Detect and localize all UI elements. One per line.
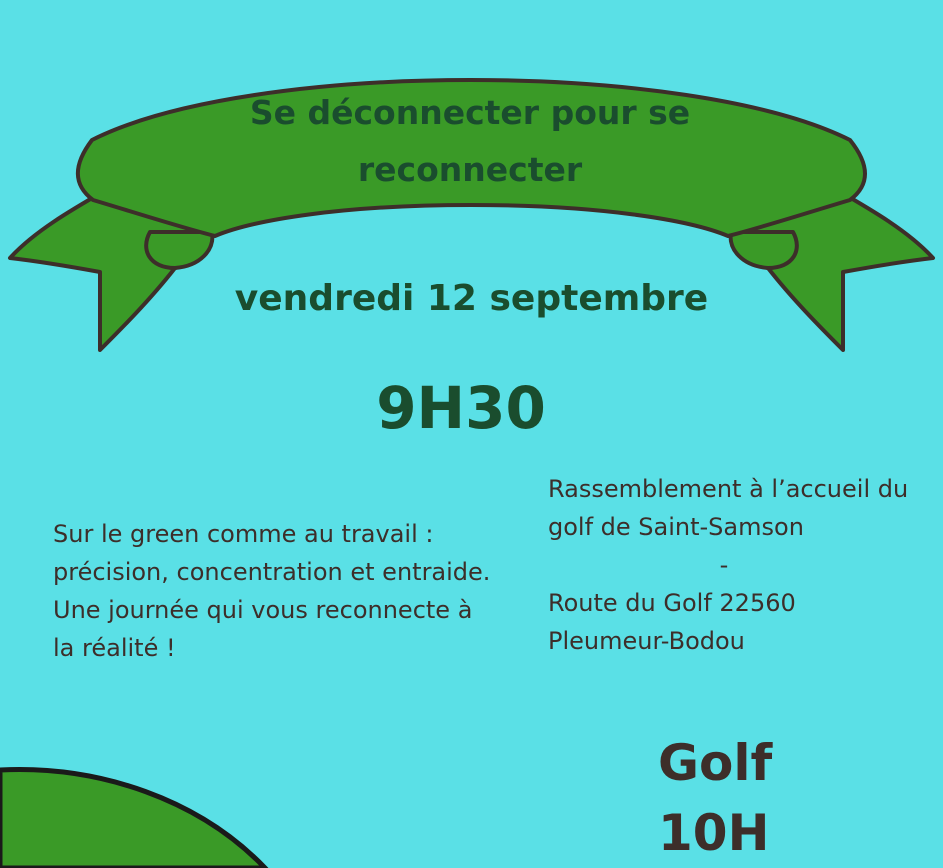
activity-time: 10H xyxy=(658,804,770,862)
activity-block: Golf 10H xyxy=(658,728,772,868)
location-separator: - xyxy=(719,551,729,579)
event-time: 9H30 xyxy=(376,374,546,442)
event-description: Sur le green comme au travail : précisio… xyxy=(53,520,491,662)
event-date: vendredi 12 septembre xyxy=(234,278,709,319)
event-location: Rassemblement à l’accueil du golf de Sai… xyxy=(548,470,918,660)
location-address: Route du Golf 22560 Pleumeur-Bodou xyxy=(548,589,796,655)
activity-name: Golf xyxy=(658,734,773,792)
banner-title: Se déconnecter pour se reconnecter xyxy=(249,93,691,189)
ribbon-right-fold xyxy=(728,230,799,270)
ribbon-left-fold xyxy=(144,230,215,270)
location-meeting-point: Rassemblement à l’accueil du golf de Sai… xyxy=(548,475,909,541)
